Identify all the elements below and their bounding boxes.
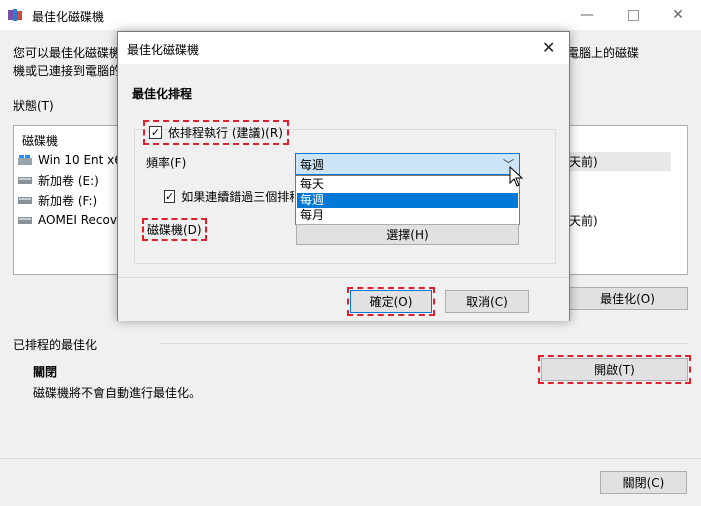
dropdown-option-weekly[interactable]: 每週: [297, 193, 518, 208]
schedule-state: 關閉: [33, 365, 58, 379]
frequency-value: 每週: [300, 157, 325, 172]
open-schedule-button[interactable]: 開啟(T): [538, 355, 691, 384]
drives-label: 磁碟機(D): [142, 218, 207, 241]
run-on-schedule-label: 依排程執行 (建議)(R): [168, 126, 283, 140]
run-on-schedule-checkbox[interactable]: ✓ 依排程執行 (建議)(R): [143, 120, 289, 145]
ok-button[interactable]: 確定(O): [347, 287, 435, 316]
drive-icon: [18, 177, 32, 184]
drive-icon: [18, 197, 32, 204]
dialog-heading: 最佳化排程: [132, 87, 193, 101]
frequency-label: 頻率(F): [146, 156, 187, 170]
list-item[interactable]: AOMEI Recove: [18, 210, 124, 230]
optimize-button[interactable]: 最佳化(O): [567, 287, 688, 310]
title-bar: 最佳化磁碟機 — ✕: [0, 0, 701, 30]
dialog-footer: 確定(O) 取消(C): [118, 277, 569, 321]
dropdown-option-daily[interactable]: 每天: [297, 177, 518, 192]
windows-drive-icon: [18, 155, 32, 165]
close-button[interactable]: 關閉(C): [600, 471, 687, 494]
choose-drives-button[interactable]: 選擇(H): [296, 224, 519, 245]
maximize-icon: [627, 9, 639, 21]
drive-last-run: 天前): [569, 155, 598, 169]
drive-name: AOMEI Recove: [38, 213, 125, 227]
schedule-dialog: 最佳化磁碟機 ✕ 最佳化排程 ✓ 依排程執行 (建議)(R) 頻率(F) 每週 …: [117, 31, 570, 321]
mouse-cursor-icon: [509, 166, 524, 187]
drive-name: 新加卷 (E:): [38, 173, 99, 188]
dialog-close-icon[interactable]: ✕: [542, 38, 555, 57]
dialog-title: 最佳化磁碟機: [127, 43, 200, 57]
close-icon: ✕: [672, 7, 684, 23]
scheduled-optimization-label: 已排程的最佳化: [13, 338, 98, 352]
list-item[interactable]: 新加卷 (F:): [18, 190, 97, 210]
window-title: 最佳化磁碟機: [32, 10, 105, 24]
minimize-icon: —: [580, 7, 594, 23]
notify-label: 如果連續錯過三個排程: [181, 190, 294, 204]
drive-last-run: 天前): [569, 214, 598, 228]
defrag-app-icon: [8, 9, 22, 21]
dialog-title-bar: 最佳化磁碟機 ✕: [118, 32, 569, 64]
checkmark-icon: ✓: [149, 126, 162, 139]
section-divider: [160, 343, 688, 344]
drive-name: 新加卷 (F:): [38, 193, 98, 208]
list-item[interactable]: Win 10 Ent x64: [18, 150, 130, 170]
drive-name: Win 10 Ent x64: [38, 153, 130, 167]
drive-icon: [18, 217, 32, 224]
frequency-dropdown[interactable]: 每天 每週 每月: [295, 175, 520, 225]
description-right: 電腦上的磁碟: [567, 46, 640, 60]
cancel-button[interactable]: 取消(C): [445, 290, 529, 313]
window-close-button[interactable]: ✕: [655, 0, 701, 30]
minimize-button[interactable]: —: [564, 0, 610, 30]
list-header-drive[interactable]: 磁碟機: [22, 132, 58, 149]
footer: 關閉(C): [0, 459, 701, 506]
frequency-select[interactable]: 每週 ﹀: [295, 153, 520, 175]
list-item[interactable]: 新加卷 (E:): [18, 170, 99, 190]
checkmark-icon: ✓: [164, 190, 176, 203]
notify-checkbox[interactable]: ✓ 如果連續錯過三個排程: [164, 188, 294, 205]
dropdown-option-monthly[interactable]: 每月: [297, 208, 518, 223]
maximize-button[interactable]: [610, 0, 656, 30]
schedule-description: 磁碟機將不會自動進行最佳化。: [33, 386, 202, 400]
status-label: 狀態(T): [13, 99, 54, 113]
